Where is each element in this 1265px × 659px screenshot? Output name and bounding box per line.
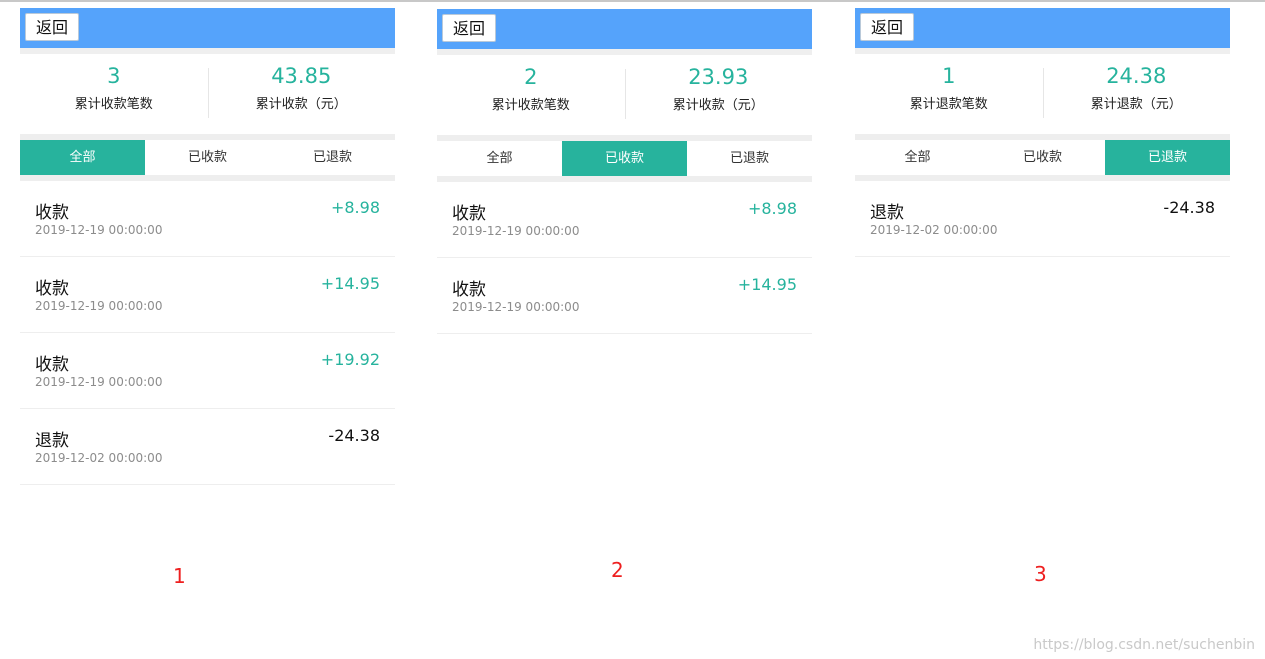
tab-all[interactable]: 全部	[20, 140, 145, 175]
stat-amount-label: 累计退款（元）	[1090, 97, 1182, 112]
record-date: 2019-12-02 00:00:00	[35, 451, 163, 465]
record-amount: +14.95	[737, 275, 797, 294]
tab-all[interactable]: 全部	[855, 140, 980, 175]
header-bar: 返回	[855, 8, 1230, 48]
back-button[interactable]: 返回	[25, 13, 80, 41]
record-date: 2019-12-02 00:00:00	[870, 223, 998, 237]
record-type: 收款	[35, 279, 69, 299]
panel-caption: 3	[1034, 562, 1047, 586]
list-item[interactable]: 收款 2019-12-19 00:00:00 +14.95	[437, 258, 812, 334]
record-type: 收款	[35, 203, 69, 223]
filter-tabs: 全部 已收款 已退款	[20, 134, 395, 181]
record-type: 退款	[35, 431, 69, 451]
header-bar: 返回	[437, 9, 812, 49]
record-date: 2019-12-19 00:00:00	[452, 224, 580, 238]
tab-received[interactable]: 已收款	[562, 141, 687, 176]
stat-count-label: 累计收款笔数	[74, 97, 153, 112]
record-amount: -24.38	[1163, 198, 1215, 217]
stat-count: 2 累计收款笔数	[437, 55, 625, 135]
list-item[interactable]: 收款 2019-12-19 00:00:00 +19.92	[20, 333, 395, 409]
stat-amount: 24.38 累计退款（元）	[1042, 54, 1231, 134]
panel-caption: 1	[173, 564, 186, 588]
stat-count-label: 累计收款笔数	[491, 98, 570, 113]
stat-amount: 43.85 累计收款（元）	[207, 54, 396, 134]
list-item[interactable]: 收款 2019-12-19 00:00:00 +8.98	[437, 182, 812, 258]
watermark: https://blog.csdn.net/suchenbin	[1033, 637, 1255, 653]
record-type: 收款	[35, 355, 69, 375]
stat-amount-value: 24.38	[1106, 64, 1167, 88]
record-date: 2019-12-19 00:00:00	[35, 223, 163, 237]
stat-count-label: 累计退款笔数	[909, 97, 988, 112]
panel-caption: 2	[611, 558, 624, 582]
list-item[interactable]: 退款 2019-12-02 00:00:00 -24.38	[855, 181, 1230, 257]
list-item[interactable]: 收款 2019-12-19 00:00:00 +8.98	[20, 181, 395, 257]
records-panel-all: 返回 3 累计收款笔数 43.85 累计收款（元） 全部 已收款 已退款 收款 …	[20, 8, 395, 488]
window-top-border	[0, 0, 1265, 2]
record-type: 收款	[452, 280, 486, 300]
list-item[interactable]: 退款 2019-12-02 00:00:00 -24.38	[20, 409, 395, 485]
record-amount: -24.38	[328, 426, 380, 445]
record-amount: +8.98	[747, 199, 797, 218]
tab-all[interactable]: 全部	[437, 141, 562, 176]
record-date: 2019-12-19 00:00:00	[35, 299, 163, 313]
stats-row: 3 累计收款笔数 43.85 累计收款（元）	[20, 54, 395, 134]
stats-row: 1 累计退款笔数 24.38 累计退款（元）	[855, 54, 1230, 134]
filter-tabs: 全部 已收款 已退款	[855, 134, 1230, 181]
stat-count: 1 累计退款笔数	[855, 54, 1043, 134]
stat-count-value: 3	[107, 64, 121, 88]
stat-amount-label: 累计收款（元）	[255, 97, 347, 112]
tab-refunded[interactable]: 已退款	[270, 140, 395, 175]
stat-amount-value: 23.93	[688, 65, 749, 89]
stat-amount-value: 43.85	[271, 64, 332, 88]
tab-received[interactable]: 已收款	[980, 140, 1105, 175]
filter-tabs: 全部 已收款 已退款	[437, 135, 812, 182]
list-item[interactable]: 收款 2019-12-19 00:00:00 +14.95	[20, 257, 395, 333]
stat-count: 3 累计收款笔数	[20, 54, 208, 134]
record-type: 退款	[870, 203, 904, 223]
stat-amount: 23.93 累计收款（元）	[624, 55, 813, 135]
stat-amount-label: 累计收款（元）	[672, 98, 764, 113]
records-panel-refunded: 返回 1 累计退款笔数 24.38 累计退款（元） 全部 已收款 已退款 退款 …	[855, 8, 1230, 488]
record-amount: +8.98	[330, 198, 380, 217]
header-bar: 返回	[20, 8, 395, 48]
record-date: 2019-12-19 00:00:00	[35, 375, 163, 389]
back-button[interactable]: 返回	[442, 14, 497, 42]
record-type: 收款	[452, 204, 486, 224]
stat-count-value: 2	[524, 65, 538, 89]
stats-row: 2 累计收款笔数 23.93 累计收款（元）	[437, 55, 812, 135]
record-amount: +19.92	[320, 350, 380, 369]
tab-refunded[interactable]: 已退款	[687, 141, 812, 176]
stat-count-value: 1	[942, 64, 956, 88]
records-panel-received: 返回 2 累计收款笔数 23.93 累计收款（元） 全部 已收款 已退款 收款 …	[437, 9, 812, 489]
tab-received[interactable]: 已收款	[145, 140, 270, 175]
record-date: 2019-12-19 00:00:00	[452, 300, 580, 314]
tab-refunded[interactable]: 已退款	[1105, 140, 1230, 175]
back-button[interactable]: 返回	[860, 13, 915, 41]
record-amount: +14.95	[320, 274, 380, 293]
